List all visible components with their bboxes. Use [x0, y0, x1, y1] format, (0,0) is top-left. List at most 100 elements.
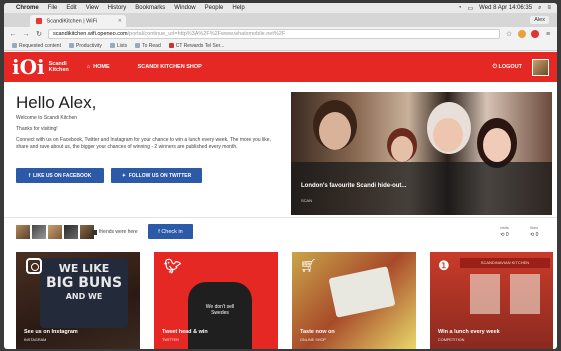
menu-clock[interactable]: Wed 8 Apr 14:06:35 [479, 5, 532, 11]
home-icon: ⌂ [86, 64, 91, 70]
face-1 [319, 112, 351, 150]
like-facebook-button[interactable]: f LIKE US ON FACEBOOK [16, 168, 104, 183]
friend-avatar[interactable] [32, 225, 46, 239]
shopping-cart-icon: 🛒︎ [300, 258, 317, 273]
greeting-heading: Hello Alex, [16, 93, 97, 112]
card-caption: See us on Instagram [24, 329, 78, 335]
bookmark-item[interactable]: Lists [109, 43, 127, 49]
menu-icon[interactable]: ≡ [544, 31, 552, 38]
tshirt-text: We don't sell Swedes [205, 304, 235, 316]
extension-icon[interactable] [531, 30, 539, 38]
buns-sign: WE LIKE BIG BUNS AND WE [40, 258, 128, 328]
face-2 [391, 136, 413, 162]
logo-mark: iOi [12, 55, 45, 79]
hero-caption: London's favourite Scandi hide-out... [301, 183, 407, 189]
forward-icon[interactable]: → [22, 31, 30, 38]
tab-title: ScandiKitchen | WiFi [46, 18, 98, 25]
menu-window[interactable]: Window [174, 5, 195, 11]
avatar[interactable] [532, 58, 549, 76]
url-path: /portal/continue_url=http%3A%2F%2Fwww.wh… [127, 31, 286, 37]
welcome-text: Welcome to Scandi Kitchen [16, 115, 78, 121]
nav-online-shop[interactable]: SCANDI KITCHEN SHOP [138, 64, 202, 70]
card-twitter[interactable]: 🐦︎ We don't sell Swedes Tweet head & win… [154, 252, 278, 349]
list-icon[interactable]: ≡ [547, 5, 551, 11]
close-tab-icon[interactable]: ✕ [118, 18, 122, 24]
folder-icon [135, 43, 141, 48]
divider [4, 217, 557, 218]
site-header: iOi Scandi Kitchen ⌂ HOME SCANDI KITCHEN S… [4, 52, 557, 82]
url-bar[interactable]: scandikitchen.wifi.openeo.com/portal/con… [48, 29, 500, 39]
menu-chrome[interactable]: Chrome [16, 5, 39, 11]
friend-avatar[interactable] [64, 225, 78, 239]
face-3 [433, 118, 463, 152]
menu-help[interactable]: Help [232, 5, 244, 11]
search-icon[interactable]: ⌕ [538, 5, 541, 12]
follow-twitter-button[interactable]: ✦ FOLLOW US ON TWITTER [111, 168, 202, 183]
menu-view[interactable]: View [86, 5, 99, 11]
bookmark-item[interactable]: To Read [135, 43, 161, 49]
card-instagram[interactable]: WE LIKE BIG BUNS AND WE See us on Instag… [16, 252, 140, 349]
stat-visits-value: ⟲ 0 [500, 232, 509, 238]
instagram-icon [26, 258, 42, 274]
toolbar: ← → ↻ scandikitchen.wifi.openeo.com/port… [4, 27, 557, 41]
card-online-shop[interactable]: 🛒︎ Taste now on ONLINE SHOP [292, 252, 416, 349]
card-subcaption: INSTAGRAM [24, 338, 47, 342]
menu-status-area: ◔ ▭ Wed 8 Apr 14:06:35 ⌕ ≡ [458, 5, 551, 12]
product-package [328, 266, 396, 318]
tab-strip: ScandiKitchen | WiFi ✕ Alex [4, 13, 557, 27]
card-caption: Win a lunch every week [438, 329, 500, 335]
store-window [510, 274, 540, 314]
friend-avatar[interactable] [16, 225, 30, 239]
face-4 [483, 128, 511, 162]
card-subcaption: ONLINE SHOP [300, 338, 326, 342]
friend-avatar[interactable] [48, 225, 62, 239]
friends-count: friends were here [92, 229, 138, 235]
bookmark-item[interactable]: CT Rewards Tel Ser... [168, 43, 224, 49]
stat-likes: likes ⟲ 0 [530, 225, 539, 238]
check-in-button[interactable]: f Check in [148, 224, 193, 239]
card-caption: Taste now on [300, 329, 335, 335]
menu-file[interactable]: File [48, 5, 58, 11]
twitter-icon: ✦ [121, 172, 129, 179]
battery-icon[interactable]: ▭ [468, 5, 474, 12]
twitter-bird-icon: 🐦︎ [164, 258, 182, 274]
logout-link[interactable]: ⏻ LOGOUT [493, 64, 522, 71]
profile-button[interactable]: Alex [530, 16, 549, 24]
bookmark-icon [168, 43, 174, 48]
stat-visits: visits ⟲ 0 [500, 225, 509, 238]
friends-avatars [16, 225, 94, 239]
award-badge-icon: ❶ [438, 258, 450, 273]
star-icon[interactable]: ☆ [505, 30, 513, 38]
menu-edit[interactable]: Edit [66, 5, 76, 11]
hero-photo [291, 92, 552, 215]
site-logo[interactable]: iOi Scandi Kitchen [12, 57, 69, 77]
card-caption: Tweet head & win [162, 329, 208, 335]
menu-history[interactable]: History [108, 5, 127, 11]
intro-paragraph: Connect with us on Facebook, Twitter and… [16, 137, 271, 150]
menu-people[interactable]: People [205, 5, 224, 11]
tab-scandikitchen[interactable]: ScandiKitchen | WiFi ✕ [30, 15, 126, 27]
bookmark-item[interactable]: Productivity [68, 43, 102, 49]
card-subcaption: TWITTER [162, 338, 179, 342]
bookmarks-bar: Requested content Productivity Lists To … [4, 41, 557, 51]
reload-icon[interactable]: ↻ [35, 30, 43, 38]
store-sign: SCANDINAVIAN KITCHEN [460, 258, 550, 268]
stat-likes-value: ⟲ 0 [530, 232, 539, 238]
card-subcaption: COMPETITION [438, 338, 465, 342]
nav-home[interactable]: ⌂ HOME [87, 64, 110, 70]
folder-icon [68, 43, 74, 48]
back-icon[interactable]: ← [9, 31, 17, 38]
folder-icon [12, 43, 17, 48]
bookmark-item[interactable]: Requested content [12, 43, 61, 49]
people-icon [92, 229, 97, 235]
favicon-icon [36, 18, 42, 24]
extension-icon[interactable] [518, 30, 526, 38]
hero-subcaption: SCAN [301, 198, 313, 203]
thanks-text: Thanks for visiting! [16, 126, 58, 132]
logo-text: Scandi Kitchen [48, 61, 69, 73]
url-host: scandikitchen.wifi.openeo.com [53, 31, 128, 37]
wifi-icon[interactable]: ◔ [458, 5, 462, 11]
menu-bookmarks[interactable]: Bookmarks [135, 5, 165, 11]
browser-window: Chrome File Edit View History Bookmarks … [4, 3, 557, 349]
card-competition[interactable]: ❶ SCANDINAVIAN KITCHEN Win a lunch every… [430, 252, 553, 349]
